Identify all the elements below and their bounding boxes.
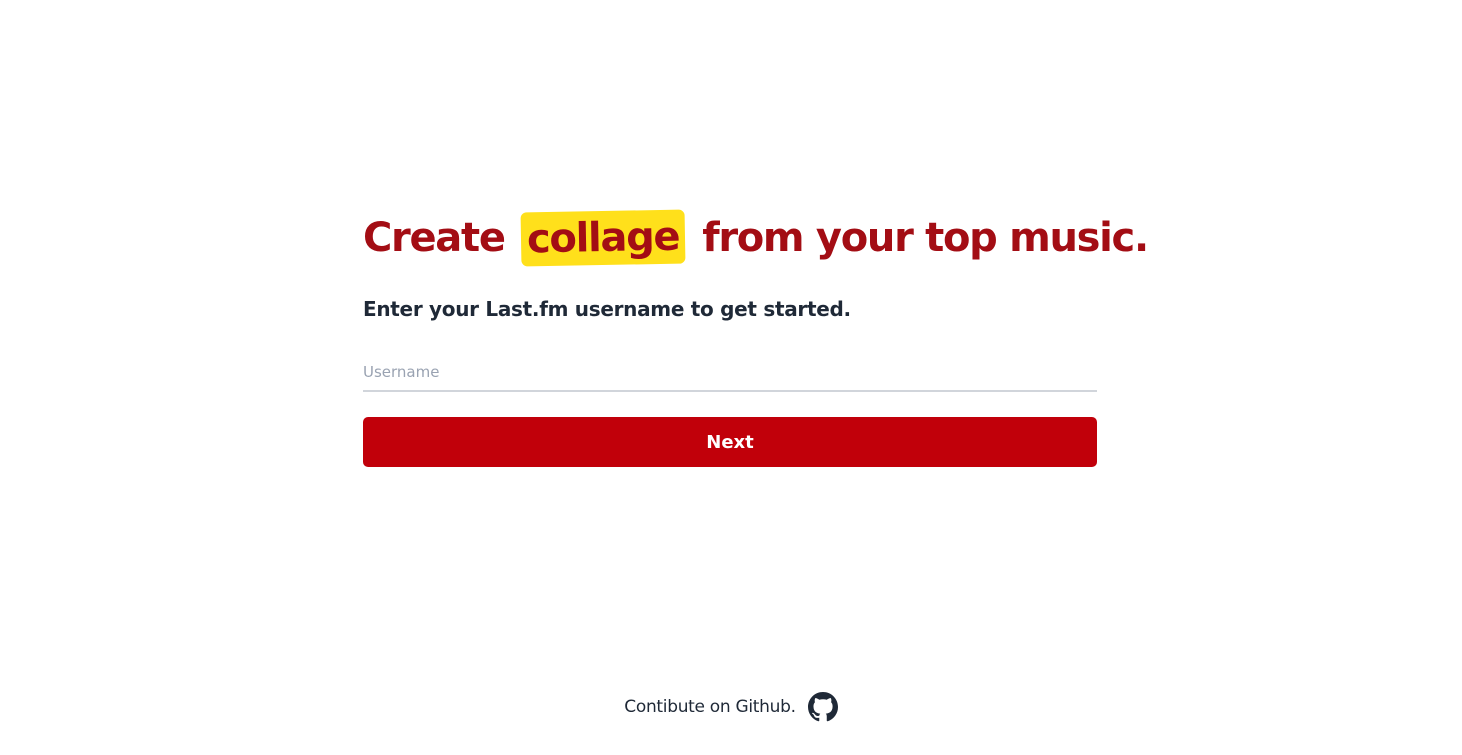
- footer: Contibute on Github.: [0, 690, 1462, 724]
- username-field: [363, 356, 1097, 392]
- page: Create collage from your top music. Ente…: [0, 0, 1462, 755]
- title-part-before: Create: [363, 215, 506, 261]
- page-title: Create collage from your top music.: [363, 200, 1149, 276]
- page-subtitle: Enter your Last.fm username to get start…: [363, 297, 851, 321]
- username-input[interactable]: [363, 356, 1097, 388]
- next-button[interactable]: Next: [363, 417, 1097, 467]
- title-part-after: from your top music.: [702, 215, 1149, 261]
- main-content: Create collage from your top music. Ente…: [363, 200, 1149, 467]
- github-icon[interactable]: [807, 692, 838, 722]
- title-highlight: collage: [520, 209, 687, 267]
- github-link[interactable]: Contibute on Github.: [624, 697, 796, 717]
